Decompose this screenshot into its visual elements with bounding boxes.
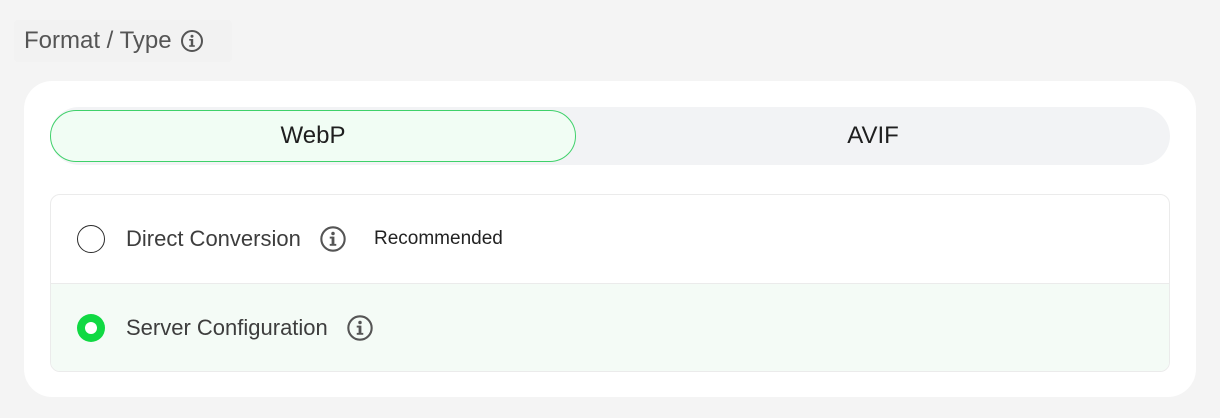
info-icon[interactable] xyxy=(346,314,374,342)
format-option-label: AVIF xyxy=(847,122,899,149)
format-option-avif[interactable]: AVIF xyxy=(576,107,1170,165)
format-option-webp[interactable]: WebP xyxy=(50,110,576,162)
method-label: Direct Conversion xyxy=(126,226,301,251)
info-icon[interactable] xyxy=(319,225,347,253)
method-label: Server Configuration xyxy=(126,315,328,340)
info-icon[interactable] xyxy=(180,29,204,53)
method-option-server-configuration[interactable]: Server Configuration xyxy=(51,284,1169,371)
section-title: Format / Type xyxy=(24,27,172,54)
format-toggle: WebP AVIF xyxy=(50,107,1170,165)
recommended-badge: Recommended xyxy=(374,228,503,249)
method-option-direct-conversion[interactable]: Direct Conversion Recommended xyxy=(51,195,1169,284)
format-option-label: WebP xyxy=(280,122,346,149)
section-header: Format / Type xyxy=(14,20,232,62)
format-card: WebP AVIF Direct Conversion Recommended xyxy=(24,81,1196,397)
method-options: Direct Conversion Recommended Server Con… xyxy=(50,194,1170,372)
radio-dot xyxy=(85,322,97,334)
radio-button[interactable] xyxy=(77,314,105,342)
radio-button[interactable] xyxy=(77,225,105,253)
